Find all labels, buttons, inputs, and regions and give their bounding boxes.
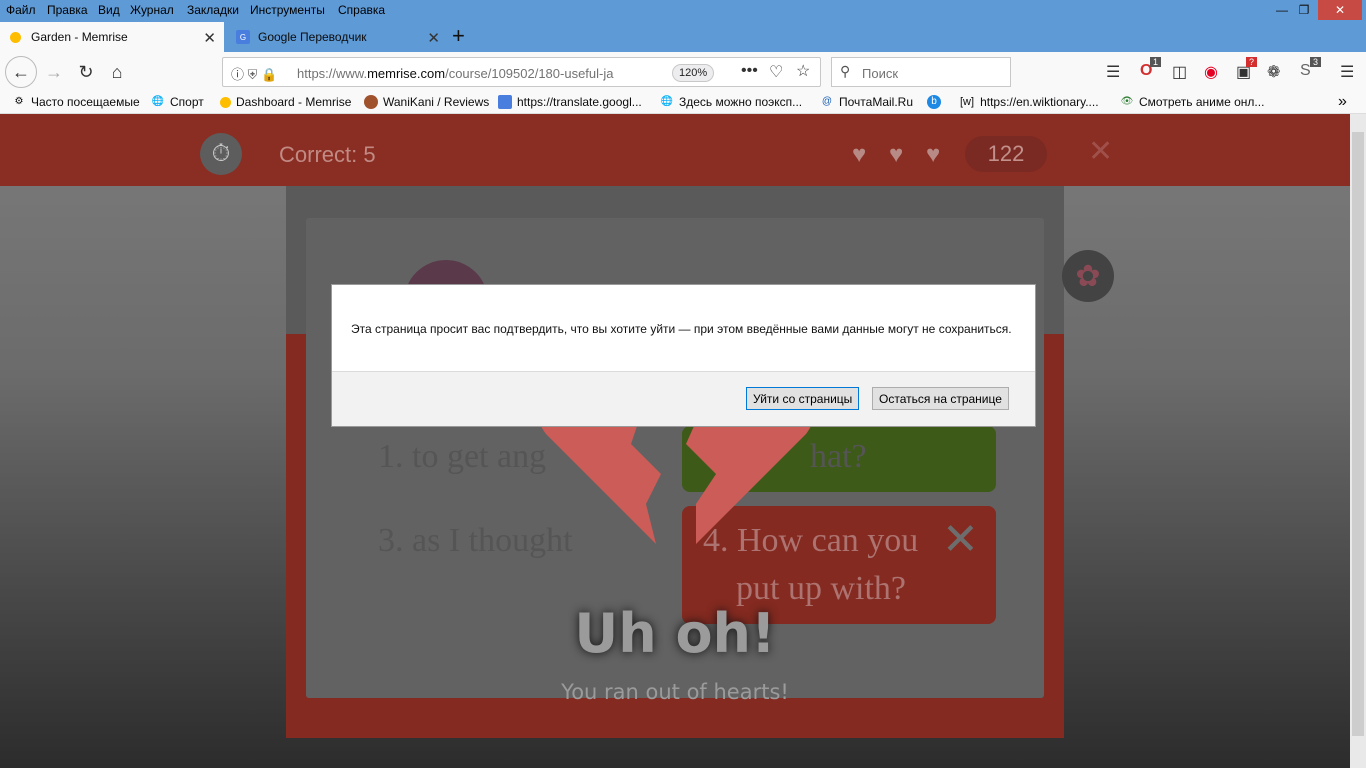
- menu-edit[interactable]: Правка: [47, 3, 88, 17]
- tab-title: Garden - Memrise: [31, 30, 128, 44]
- tab-close-icon[interactable]: ✕: [203, 29, 216, 47]
- tab-strip: Garden - Memrise ✕ G Google Переводчик ✕…: [0, 20, 1366, 52]
- page-scrollbar[interactable]: [1350, 114, 1366, 768]
- more-dots-icon[interactable]: •••: [741, 62, 758, 80]
- bookmark-star-icon[interactable]: ☆: [796, 61, 810, 81]
- tab-garden-memrise[interactable]: Garden - Memrise ✕: [0, 22, 224, 52]
- wrong-mark-icon: ✕: [942, 515, 979, 564]
- arrow-left-icon: ←: [12, 61, 30, 82]
- hamburger-menu-icon[interactable]: ☰: [1340, 62, 1354, 82]
- menu-history[interactable]: Журнал: [130, 3, 174, 17]
- bookmark-most-visited[interactable]: ⚙ Часто посещаемые: [12, 95, 140, 109]
- url-text: https://www.memrise.com/course/109502/18…: [297, 66, 614, 81]
- out-of-hearts-title: Uh oh!: [574, 602, 776, 665]
- window-close-button[interactable]: ✕: [1318, 0, 1362, 20]
- memrise-favicon-icon: [10, 31, 21, 43]
- gear-icon: ⚙: [14, 96, 24, 107]
- opera-badge: 1: [1150, 57, 1162, 67]
- tab-title: Google Переводчик: [258, 30, 367, 44]
- globe-icon: 🌐: [660, 96, 674, 107]
- globe-icon: 🌐: [151, 96, 165, 107]
- bookmark-sport[interactable]: 🌐 Спорт: [151, 95, 204, 109]
- answer-option-1[interactable]: 1. to get ang: [378, 438, 546, 476]
- zoom-level-badge[interactable]: 120%: [672, 64, 715, 82]
- extension-badge: ?: [1246, 57, 1258, 67]
- s-extension-badge: 3: [1310, 57, 1322, 67]
- heart-icon: ♥: [852, 141, 867, 168]
- page-info-icon[interactable]: ⓘ ⛨ 🔒: [231, 64, 277, 83]
- menu-view[interactable]: Вид: [98, 3, 120, 17]
- bookmark-wiktionary[interactable]: [w] https://en.wiktionary....: [960, 95, 1099, 109]
- close-icon: ✕: [1334, 3, 1346, 17]
- arrow-right-icon: →: [45, 61, 63, 82]
- pocket-icon[interactable]: ♡: [769, 62, 783, 82]
- bookmarks-bar: ⚙ Часто посещаемые 🌐 Спорт Dashboard - Mem…: [0, 92, 1366, 114]
- bookmark-dashboard-memrise[interactable]: Dashboard - Memrise: [220, 95, 351, 109]
- memrise-favicon-icon: [220, 96, 231, 108]
- flower-icon[interactable]: ✿: [1062, 250, 1114, 302]
- back-button[interactable]: ←: [5, 56, 37, 88]
- reload-icon: ↻: [78, 61, 94, 82]
- close-session-icon[interactable]: ✕: [1088, 134, 1113, 169]
- out-of-hearts-subtitle: You ran out of hearts!: [561, 680, 789, 704]
- tab-close-icon[interactable]: ✕: [427, 29, 440, 47]
- wanikani-icon: [364, 95, 378, 109]
- stay-on-page-button[interactable]: Остаться на странице: [872, 387, 1009, 410]
- menu-bar: Файл Правка Вид Журнал Закладки Инструме…: [0, 0, 1366, 20]
- bookmark-b[interactable]: b: [927, 95, 946, 109]
- correct-count: Correct: 5: [279, 142, 376, 167]
- forward-button[interactable]: →: [40, 58, 68, 86]
- bookmark-anime[interactable]: 👁 Смотреть аниме онл...: [1120, 95, 1265, 109]
- home-icon: ⌂: [111, 61, 123, 82]
- menu-bookmarks[interactable]: Закладки: [187, 3, 239, 17]
- bookmark-wanikani[interactable]: WaniKani / Reviews: [364, 95, 489, 109]
- leave-page-dialog: Эта страница просит вас подтвердить, что…: [331, 284, 1036, 427]
- search-bar[interactable]: ⚲ Поиск: [831, 57, 1011, 87]
- timer-icon[interactable]: ⏱: [200, 133, 242, 175]
- bookmark-experiment[interactable]: 🌐 Здесь можно поэксп...: [660, 95, 802, 109]
- search-placeholder: Поиск: [862, 66, 899, 81]
- google-translate-favicon-icon: G: [236, 30, 250, 44]
- search-icon: ⚲: [840, 63, 851, 79]
- nav-bar: ← → ↻ ⌂ ⓘ ⛨ 🔒 https://www.memrise.com/co…: [0, 52, 1366, 92]
- heart-icon: ♥: [889, 141, 904, 168]
- sidebar-icon[interactable]: ◫: [1172, 62, 1187, 82]
- menu-tools[interactable]: Инструменты: [250, 3, 325, 17]
- library-icon[interactable]: ☰: [1106, 62, 1120, 82]
- leave-page-button[interactable]: Уйти со страницы: [746, 387, 860, 410]
- at-sign-icon: @: [821, 96, 833, 107]
- bookmark-mail-ru[interactable]: @ ПочтаMail.Ru: [820, 95, 913, 109]
- answer-option-2[interactable]: hat?: [810, 438, 867, 476]
- dialog-message: Эта страница просит вас подтвердить, что…: [351, 322, 1012, 336]
- restore-icon: ❐: [1298, 3, 1310, 17]
- tab-google-translate[interactable]: G Google Переводчик ✕: [226, 22, 448, 52]
- page-content: ⏱ Correct: 5 ♥ ♥ ♥ 122 ✕ ✿ 1. to get ang…: [0, 114, 1350, 768]
- eye-icon: 👁: [1120, 96, 1134, 107]
- menu-file[interactable]: Файл: [6, 3, 36, 17]
- dialog-footer: Уйти со страницы Остаться на странице: [332, 371, 1035, 426]
- b-icon: b: [927, 95, 941, 109]
- url-bar[interactable]: ⓘ ⛨ 🔒 https://www.memrise.com/course/109…: [222, 57, 821, 87]
- scrollbar-thumb[interactable]: [1352, 132, 1364, 736]
- home-button[interactable]: ⌂: [103, 58, 131, 86]
- new-tab-plus-icon[interactable]: +: [452, 23, 465, 49]
- pinterest-icon[interactable]: ◉: [1204, 62, 1218, 82]
- heart-icon: ♥: [926, 141, 941, 168]
- bookmarks-overflow-chevron-icon[interactable]: »: [1338, 93, 1347, 111]
- film-reel-icon[interactable]: ❁: [1267, 62, 1280, 82]
- wikipedia-icon: [w]: [960, 96, 975, 108]
- points-counter: 122: [965, 136, 1047, 172]
- reload-button[interactable]: ↻: [72, 58, 100, 86]
- bookmark-translate[interactable]: https://translate.googl...: [498, 95, 642, 109]
- google-translate-icon: [498, 95, 512, 109]
- menu-help[interactable]: Справка: [338, 3, 385, 17]
